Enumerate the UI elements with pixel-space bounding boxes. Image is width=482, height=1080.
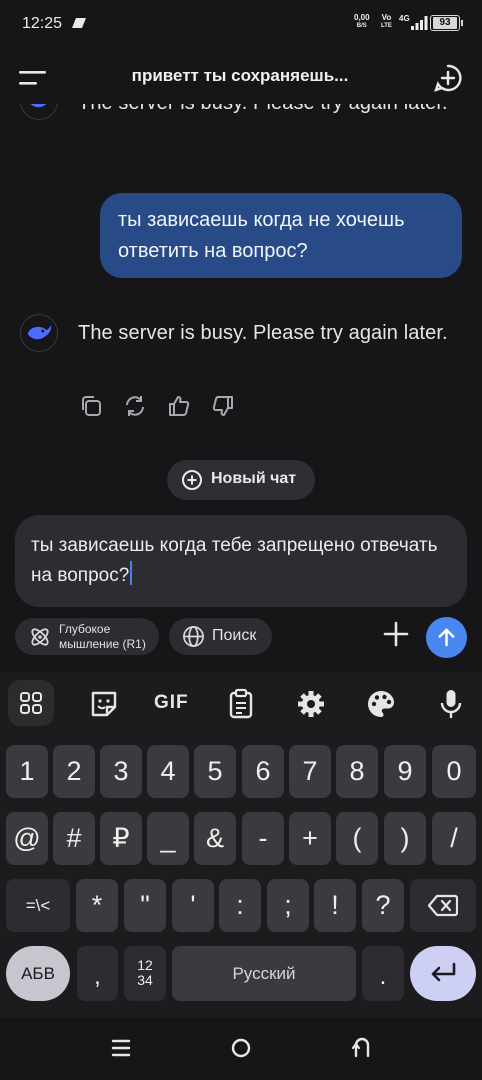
key-comma[interactable]: , [77,946,118,1001]
key-8[interactable]: 8 [336,745,378,798]
backspace-icon [428,894,458,917]
copy-icon[interactable] [79,394,103,418]
keyboard-apps-button[interactable] [8,680,54,726]
gif-button[interactable]: GIF [154,692,189,714]
thumbs-up-icon[interactable] [167,394,191,418]
key-5[interactable]: 5 [194,745,236,798]
key-semicolon[interactable]: ; [267,879,309,932]
recent-apps-icon[interactable] [111,1039,131,1057]
message-actions [0,392,482,422]
key-underscore[interactable]: _ [147,812,189,865]
message-input[interactable]: ты зависаешь когда тебе запрещено отвеча… [15,515,467,607]
atom-icon [31,628,49,646]
battery-icon: 93 [430,15,463,31]
key-plus[interactable]: + [289,812,331,865]
network-type: 4G [399,14,410,23]
system-navigation-bar [0,1018,482,1080]
key-2[interactable]: 2 [53,745,95,798]
backspace-key[interactable] [410,879,476,932]
net-speed-value: 0,00 [354,13,370,22]
chat-title[interactable]: приветт ты сохраняешь... [70,66,410,86]
key-minus[interactable]: - [242,812,284,865]
key-colon[interactable]: : [219,879,261,932]
key-3[interactable]: 3 [100,745,142,798]
theme-palette-icon[interactable] [364,687,398,721]
key-paren-open[interactable]: ( [336,812,378,865]
settings-gear-icon[interactable] [294,687,328,721]
signal-icon [411,16,428,30]
whale-logo-icon [27,324,52,340]
space-key[interactable]: Русский [172,946,356,1001]
key-more-symbols[interactable]: =\< [6,879,70,932]
assistant-avatar [20,314,58,352]
key-abc[interactable]: АБВ [6,946,70,1001]
key-asterisk[interactable]: * [76,879,118,932]
net-speed-unit: B/S [356,23,367,29]
menu-icon[interactable] [19,68,47,88]
volte-bottom: LTE [381,23,392,29]
new-chat-plus-icon [182,470,202,490]
key-single-quote[interactable]: ' [172,879,214,932]
numpad-label-top: 12 [137,957,153,973]
sticker-icon[interactable] [87,687,121,721]
key-7[interactable]: 7 [289,745,331,798]
chat-header: приветт ты сохраняешь... [0,50,482,104]
volte-top: Vo [381,13,392,22]
deep-think-toggle[interactable]: Глубокое мышление (R1) [15,618,159,655]
send-button[interactable] [426,617,467,658]
new-chat-button[interactable]: Новый чат [167,460,315,500]
key-ampersand[interactable]: & [194,812,236,865]
globe-icon [183,626,204,647]
search-label: Поиск [212,627,257,644]
message-input-value: ты зависаешь когда тебе запрещено отвеча… [31,535,438,586]
key-exclamation[interactable]: ! [314,879,356,932]
key-at[interactable]: @ [6,812,48,865]
key-numpad[interactable]: 12 34 [124,946,166,1001]
user-message-bubble[interactable]: ты зависаешь когда не хочешь ответить на… [100,193,462,278]
deep-think-label: Глубокое мышление (R1) [59,622,146,651]
status-bar: 12:25 0,00 B/S Vo LTE 4G 93 [0,0,482,48]
volte-indicator: Vo LTE [381,14,392,30]
assistant-avatar [20,104,58,120]
key-4[interactable]: 4 [147,745,189,798]
text-cursor [130,561,133,585]
attach-plus-icon[interactable] [381,619,411,649]
clipboard-icon[interactable] [224,687,258,721]
arrow-up-icon [438,628,455,647]
key-hash[interactable]: # [53,812,95,865]
numpad-label-bottom: 34 [137,972,153,988]
new-chat-icon[interactable] [433,63,463,93]
key-paren-close[interactable]: ) [384,812,426,865]
new-chat-label: Новый чат [211,470,297,487]
back-icon[interactable] [351,1036,373,1058]
enter-key[interactable] [410,946,476,1001]
key-period[interactable]: . [362,946,404,1001]
battery-level: 93 [433,17,457,29]
key-0[interactable]: 0 [432,745,476,798]
home-icon[interactable] [230,1037,252,1059]
key-question[interactable]: ? [362,879,404,932]
regenerate-icon[interactable] [123,394,147,418]
net-speed: 0,00 B/S [354,14,370,30]
assistant-message-text: The server is busy. Please try again lat… [78,104,458,119]
thumbs-down-icon[interactable] [211,394,235,418]
search-toggle[interactable]: Поиск [169,618,272,655]
message-assistant-1: The server is busy. Please try again lat… [0,104,482,174]
key-1[interactable]: 1 [6,745,48,798]
key-6[interactable]: 6 [242,745,284,798]
notification-icon [72,18,86,28]
enter-arrow-icon [431,962,456,982]
key-double-quote[interactable]: " [124,879,166,932]
key-ruble[interactable]: ₽ [100,812,142,865]
assistant-message-text: The server is busy. Please try again lat… [78,322,448,344]
whale-logo-icon [30,104,47,108]
apps-grid-icon [20,692,42,714]
microphone-icon[interactable] [434,687,468,721]
key-slash[interactable]: / [432,812,476,865]
key-9[interactable]: 9 [384,745,426,798]
status-time: 12:25 [22,15,63,32]
